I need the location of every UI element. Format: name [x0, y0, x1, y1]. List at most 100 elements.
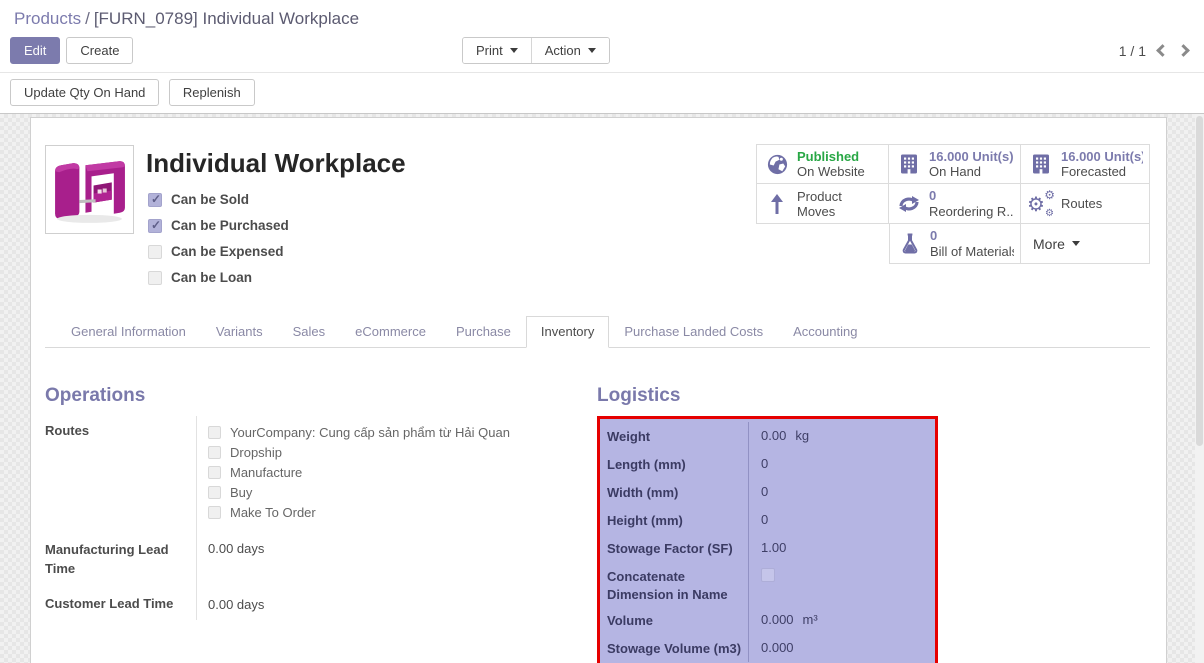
flag-can-be-expensed: Can be Expensed — [148, 244, 406, 259]
can-be-sold-label: Can be Sold — [171, 192, 249, 207]
tab-accounting[interactable]: Accounting — [778, 316, 872, 348]
operations-section: Operations Routes YourCompany: Cung cấp … — [45, 385, 597, 663]
arrow-up-icon — [765, 192, 789, 216]
stat-grid-empty-cell — [756, 224, 889, 264]
stat-button-forecasted[interactable]: 16.000 Unit(s) Forecasted — [1021, 144, 1150, 184]
pager: 1 / 1 — [1119, 43, 1188, 59]
customer-lead-time-value[interactable]: 0.00 days — [196, 585, 597, 620]
workplace-booth-illustration — [49, 149, 130, 230]
route-yourcompany-checkbox[interactable] — [208, 426, 221, 439]
stowage-volume-row: Stowage Volume (m3) 0.000 — [600, 634, 935, 662]
tab-ecommerce[interactable]: eCommerce — [340, 316, 441, 348]
stat-button-on-hand[interactable]: 16.000 Unit(s) On Hand — [889, 144, 1021, 184]
print-label: Print — [476, 43, 503, 58]
can-be-loan-label: Can be Loan — [171, 270, 252, 285]
on-hand-value: 16.000 Unit(s) — [929, 149, 1014, 164]
tab-sales[interactable]: Sales — [278, 316, 341, 348]
can-be-sold-checkbox[interactable] — [148, 193, 162, 207]
stat-button-bill-of-materials[interactable]: 0 Bill of Materials — [889, 224, 1021, 264]
bom-value: 0 — [930, 228, 1014, 243]
on-website-label: On Website — [797, 164, 865, 179]
building-icon — [1029, 152, 1053, 176]
stat-button-routes[interactable]: ⚙⚙⚙ Routes — [1021, 184, 1150, 224]
stat-button-product-moves[interactable]: Product Moves — [756, 184, 889, 224]
replenish-button[interactable]: Replenish — [169, 79, 255, 106]
tab-variants[interactable]: Variants — [201, 316, 278, 348]
weight-unit: kg — [795, 428, 809, 443]
update-qty-on-hand-button[interactable]: Update Qty On Hand — [10, 79, 159, 106]
product-flags: Can be Sold Can be Purchased Can be Expe… — [146, 192, 406, 285]
stat-button-reordering-rules[interactable]: 0 Reordering R... — [889, 184, 1021, 224]
can-be-purchased-label: Can be Purchased — [171, 218, 289, 233]
length-value[interactable]: 0 — [748, 450, 935, 478]
manufacturing-lead-time-value[interactable]: 0.00 days — [196, 528, 597, 585]
height-row: Height (mm) 0 — [600, 506, 935, 534]
can-be-expensed-checkbox[interactable] — [148, 245, 162, 259]
height-value[interactable]: 0 — [748, 506, 935, 534]
stowage-volume-value[interactable]: 0.000 — [748, 634, 935, 662]
route-buy-label: Buy — [230, 485, 252, 500]
forecasted-value: 16.000 Unit(s) — [1061, 149, 1143, 164]
create-button[interactable]: Create — [66, 37, 133, 64]
reordering-value: 0 — [929, 188, 1014, 203]
breadcrumb-products-link[interactable]: Products — [14, 9, 81, 28]
route-manufacture-checkbox[interactable] — [208, 466, 221, 479]
more-label: More — [1033, 236, 1065, 252]
stowage-factor-label: Stowage Factor (SF) — [600, 534, 748, 562]
customer-lead-time-label: Customer Lead Time — [45, 585, 196, 620]
route-manufacture-label: Manufacture — [230, 465, 302, 480]
scrollbar-thumb[interactable] — [1196, 116, 1203, 446]
volume-label: Volume — [600, 606, 748, 634]
weight-value[interactable]: 0.00kg — [748, 422, 935, 450]
pager-value: 1 / 1 — [1119, 43, 1146, 59]
pager-previous-icon[interactable] — [1156, 44, 1169, 57]
product-title: Individual Workplace — [146, 145, 406, 179]
concatenate-dimension-row: Concatenate Dimension in Name — [600, 562, 935, 606]
pager-next-icon[interactable] — [1177, 44, 1190, 57]
operations-group: Routes YourCompany: Cung cấp sản phẩm từ… — [45, 416, 597, 620]
caret-down-icon — [1072, 241, 1080, 246]
product-image[interactable] — [45, 145, 134, 234]
manufacturing-lead-time-text: 0.00 days — [208, 541, 264, 556]
route-make-to-order-checkbox[interactable] — [208, 506, 221, 519]
concatenate-dimension-checkbox[interactable] — [761, 568, 775, 582]
route-buy-checkbox[interactable] — [208, 486, 221, 499]
building-icon — [897, 152, 921, 176]
caret-down-icon — [588, 48, 596, 53]
published-status: Published — [797, 149, 865, 164]
stat-button-on-website[interactable]: Published On Website — [756, 144, 889, 184]
action-menu-button[interactable]: Action — [531, 38, 609, 63]
route-option-yourcompany: YourCompany: Cung cấp sản phẩm từ Hải Qu… — [208, 422, 597, 442]
flag-can-be-loan: Can be Loan — [148, 270, 406, 285]
inventory-tab-content: Operations Routes YourCompany: Cung cấp … — [45, 348, 1150, 663]
concatenate-dimension-value — [748, 562, 935, 606]
route-option-make-to-order: Make To Order — [208, 502, 597, 522]
tab-general-information[interactable]: General Information — [56, 316, 201, 348]
tab-purchase-landed-costs[interactable]: Purchase Landed Costs — [609, 316, 778, 348]
route-dropship-label: Dropship — [230, 445, 282, 460]
tab-purchase[interactable]: Purchase — [441, 316, 526, 348]
volume-value[interactable]: 0.000m³ — [748, 606, 935, 634]
manufacturing-lead-time-label: Manufacturing Lead Time — [45, 528, 196, 585]
width-value[interactable]: 0 — [748, 478, 935, 506]
can-be-purchased-checkbox[interactable] — [148, 219, 162, 233]
tab-inventory[interactable]: Inventory — [526, 316, 609, 348]
height-number: 0 — [761, 512, 768, 527]
volume-unit: m³ — [803, 612, 818, 627]
more-dropdown-button[interactable]: More — [1021, 224, 1150, 264]
width-row: Width (mm) 0 — [600, 478, 935, 506]
stowage-factor-value[interactable]: 1.00 — [748, 534, 935, 562]
route-option-dropship: Dropship — [208, 442, 597, 462]
vertical-scrollbar[interactable] — [1195, 114, 1204, 663]
can-be-loan-checkbox[interactable] — [148, 271, 162, 285]
logistics-highlight-box: Weight 0.00kg Length (mm) 0 Width (mm) 0… — [597, 416, 938, 663]
edit-button[interactable]: Edit — [10, 37, 60, 64]
can-be-expensed-label: Can be Expensed — [171, 244, 284, 259]
caret-down-icon — [510, 48, 518, 53]
print-menu-button[interactable]: Print — [463, 38, 531, 63]
customer-lead-time-text: 0.00 days — [208, 597, 264, 612]
route-dropship-checkbox[interactable] — [208, 446, 221, 459]
form-sheet: Individual Workplace Can be Sold Can be … — [30, 117, 1167, 663]
logistics-heading: Logistics — [597, 385, 1150, 407]
refresh-icon — [897, 192, 921, 216]
